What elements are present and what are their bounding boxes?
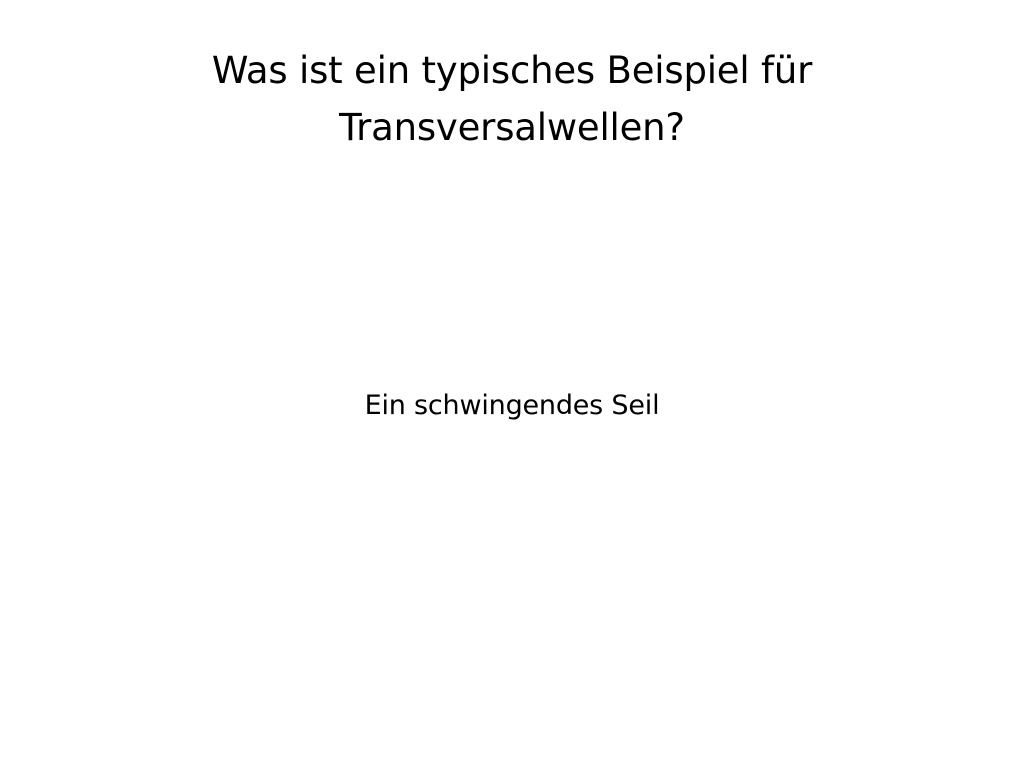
answer-text: Ein schwingendes Seil — [364, 390, 660, 421]
flashcard: Was ist ein typisches Beispiel für Trans… — [0, 0, 1024, 768]
question-line-1: Was ist ein typisches Beispiel für — [211, 49, 813, 92]
question-text: Was ist ein typisches Beispiel für Trans… — [112, 42, 912, 156]
question-line-2: Transversalwellen? — [339, 106, 685, 149]
